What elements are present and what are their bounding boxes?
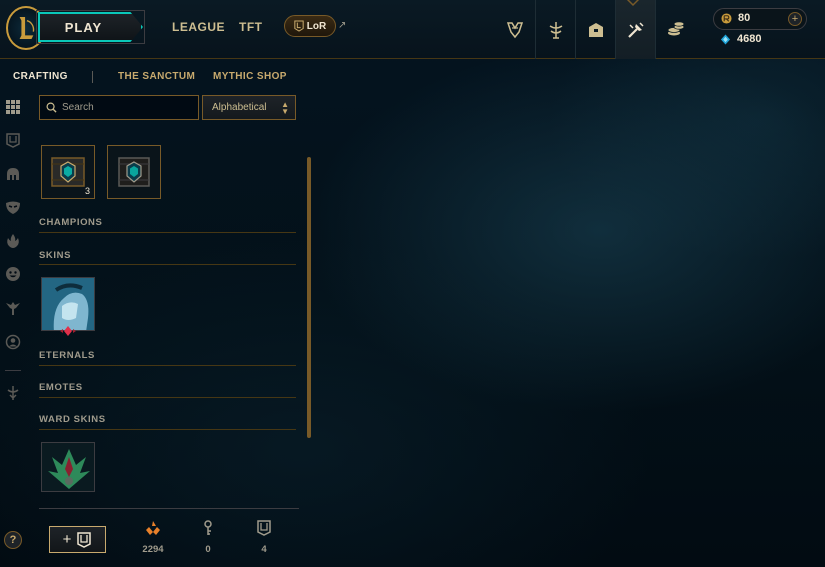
ward-skin-card[interactable] [41, 442, 95, 492]
lor-button[interactable]: LoR [284, 15, 336, 37]
orange-essence-icon [146, 521, 160, 535]
section-divider [39, 429, 296, 430]
section-champions: CHAMPIONS [39, 217, 103, 228]
play-button[interactable]: PLAY [38, 12, 143, 42]
key-fragment-value: 0 [205, 544, 211, 555]
buy-rp-button[interactable]: + [788, 12, 802, 26]
profile-icon[interactable] [4, 333, 22, 351]
store-icon[interactable] [655, 0, 695, 59]
search-box[interactable] [39, 95, 199, 120]
blue-essence-value: 4680 [737, 33, 762, 45]
emote-icon[interactable] [4, 265, 22, 283]
grid-icon[interactable] [4, 98, 22, 116]
tab-the-sanctum[interactable]: THE SANCTUM [118, 71, 195, 82]
add-label: + [62, 531, 72, 548]
sort-arrows-icon: ▲ ▼ [281, 100, 289, 116]
hextech-chest-2[interactable] [107, 145, 161, 199]
rp-icon [721, 12, 732, 24]
trophy-icon[interactable] [495, 0, 535, 59]
add-chest-button[interactable]: + [49, 526, 106, 553]
help-button[interactable]: ? [4, 531, 22, 549]
riot-points-wallet[interactable]: 80 + [713, 8, 807, 30]
top-navigation-bar: PLAY LEAGUE TFT LoR ↗ 80 + 4680 [0, 0, 825, 59]
key-fragment-icon [204, 520, 212, 535]
chest-icon[interactable] [4, 131, 22, 149]
section-emotes: EMOTES [39, 382, 83, 393]
skin-portrait-icon [42, 278, 94, 330]
helmet-icon[interactable] [4, 165, 22, 183]
section-divider [39, 397, 296, 398]
section-divider [39, 365, 296, 366]
chest-count: 3 [84, 186, 90, 196]
ward-skin-icon [42, 443, 94, 491]
search-icon [46, 102, 57, 113]
nav-tft[interactable]: TFT [239, 20, 263, 34]
active-nav-indicator [626, 0, 640, 7]
ward-icon[interactable] [4, 299, 22, 317]
footer-divider [39, 508, 299, 509]
sort-dropdown[interactable]: Alphabetical ▲ ▼ [202, 95, 296, 120]
section-skins: SKINS [39, 250, 72, 261]
search-input[interactable] [62, 102, 192, 113]
scrollbar-thumb[interactable] [307, 157, 311, 438]
flame-icon[interactable] [4, 232, 22, 250]
chest-token-counter: 4 [244, 520, 284, 555]
chest-token-icon [77, 531, 92, 548]
section-divider [39, 232, 296, 233]
section-eternals: ETERNALS [39, 350, 95, 361]
chest-token-icon [257, 520, 271, 536]
skin-shard-card[interactable] [41, 277, 95, 331]
hextech-chest-icon [51, 157, 85, 187]
orange-essence-value: 2294 [142, 544, 164, 555]
chest-token-value: 4 [261, 544, 267, 555]
hextech-chest-icon [118, 157, 150, 187]
rp-value: 80 [738, 12, 751, 24]
clash-icon[interactable] [535, 0, 575, 59]
rail-divider [5, 370, 21, 371]
section-ward-skins: WARD SKINS [39, 414, 106, 425]
loot-subnav: CRAFTING THE SANCTUM MYTHIC SHOP [0, 60, 825, 92]
collection-icon[interactable] [575, 0, 615, 59]
subnav-divider [92, 71, 93, 83]
crafting-icon[interactable] [615, 0, 655, 59]
nav-league[interactable]: LEAGUE [172, 20, 225, 34]
blue-essence-icon [720, 33, 731, 45]
rarity-gem-icon [60, 326, 76, 336]
tft-icon[interactable] [4, 384, 22, 402]
external-link-icon: ↗ [338, 20, 347, 31]
key-fragment-counter: 0 [188, 520, 228, 555]
sort-value: Alphabetical [212, 102, 267, 113]
hextech-chest[interactable]: 3 [41, 145, 95, 199]
mask-icon[interactable] [4, 198, 22, 216]
orange-essence-counter: 2294 [133, 520, 173, 555]
lor-label: LoR [306, 20, 327, 32]
section-divider [39, 264, 296, 265]
tab-mythic-shop[interactable]: MYTHIC SHOP [213, 71, 287, 82]
lor-icon [294, 20, 304, 32]
tab-crafting[interactable]: CRAFTING [13, 71, 68, 82]
